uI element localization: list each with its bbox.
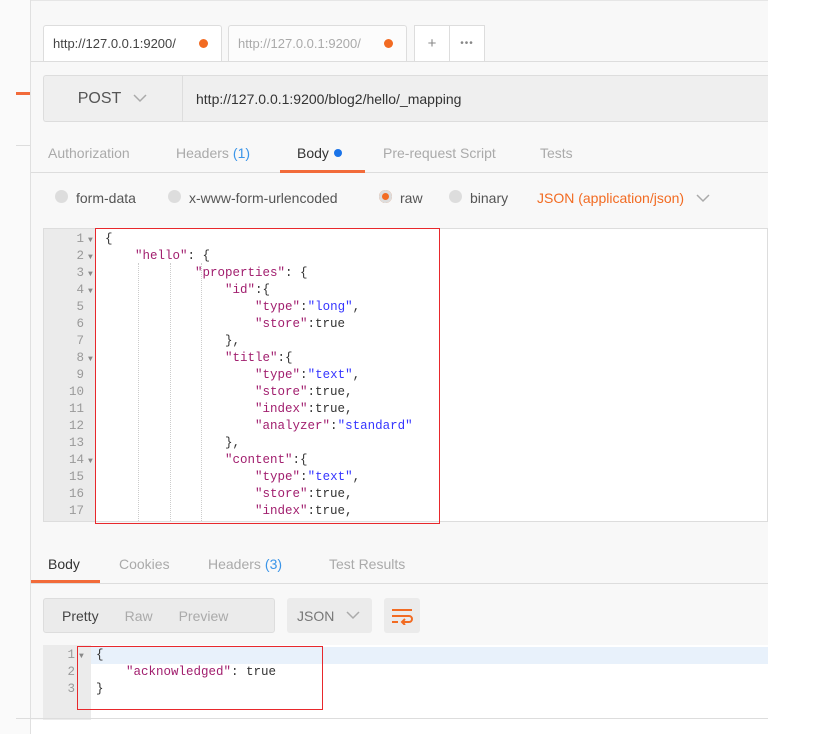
radio-binary[interactable]: binary: [449, 188, 508, 208]
method-select[interactable]: POST: [43, 75, 183, 122]
format-label: JSON: [297, 607, 335, 624]
tab-pre-request-script[interactable]: Pre-request Script: [383, 135, 496, 171]
url-input[interactable]: http://127.0.0.1:9200/blog2/hello/_mappi…: [196, 75, 461, 122]
highlight-box: [77, 646, 323, 710]
line-number: 3: [76, 266, 84, 280]
fold-arrow-icon[interactable]: ▼: [88, 232, 93, 249]
response-tab-headers[interactable]: Headers (3): [208, 545, 282, 583]
view-preview-button[interactable]: Preview: [179, 608, 229, 624]
line-number: 7: [76, 334, 84, 348]
divider: [31, 583, 768, 584]
tab-label: Body: [297, 145, 329, 161]
line-number: 12: [68, 419, 84, 433]
fold-arrow-icon[interactable]: ▼: [88, 351, 93, 368]
tab-body[interactable]: Body: [297, 135, 342, 171]
tab-tests[interactable]: Tests: [540, 135, 573, 171]
active-tab-indicator: [31, 580, 100, 583]
fold-arrow-icon[interactable]: ▼: [88, 266, 93, 283]
highlight-box: [95, 228, 440, 524]
radio-form-data[interactable]: form-data: [55, 188, 136, 208]
radio-label: x-www-form-urlencoded: [189, 190, 338, 206]
line-number: 2: [76, 249, 84, 263]
line-number: 8: [76, 351, 84, 365]
content-type-label: JSON (application/json): [537, 190, 685, 206]
radio-raw[interactable]: raw: [379, 188, 423, 208]
fold-arrow-icon[interactable]: ▼: [88, 453, 93, 470]
fold-arrow-icon[interactable]: ▼: [88, 283, 93, 300]
tab-headers[interactable]: Headers (1): [176, 135, 250, 171]
chevron-down-icon: [696, 193, 710, 202]
line-number: 3: [67, 682, 75, 696]
tab-label: Test Results: [329, 556, 406, 572]
line-number: 5: [76, 300, 84, 314]
line-number: 13: [68, 436, 84, 450]
radio-label: raw: [400, 190, 423, 206]
modified-dot-icon: [333, 149, 342, 157]
line-number: 16: [68, 487, 84, 501]
unsaved-dot-icon: [199, 39, 208, 48]
tab-label: Authorization: [48, 145, 130, 161]
tab-authorization[interactable]: Authorization: [48, 135, 130, 171]
radio-icon: [449, 189, 462, 203]
radio-label: binary: [470, 190, 509, 206]
line-number: 4: [76, 283, 84, 297]
radio-icon: [55, 189, 68, 203]
tab-label: http://127.0.0.1:9200/: [238, 36, 361, 51]
divider: [16, 718, 768, 719]
wrap-icon: [392, 608, 413, 625]
tab-label: http://127.0.0.1:9200/: [53, 36, 176, 51]
radio-selected-icon: [379, 189, 392, 203]
line-number: 1: [76, 232, 84, 246]
view-pretty-button[interactable]: Pretty: [62, 608, 99, 624]
line-number: 18: [44, 520, 84, 521]
ellipsis-icon: •••: [460, 38, 474, 49]
divider: [31, 61, 768, 62]
headers-count: (3): [264, 556, 283, 572]
sidebar: [0, 0, 31, 734]
radio-icon: [168, 189, 181, 203]
tab-label: Pre-request Script: [383, 145, 496, 161]
new-tab-button[interactable]: +: [414, 25, 450, 61]
response-tab-test-results[interactable]: Test Results: [329, 545, 405, 583]
headers-count: (1): [232, 145, 251, 161]
line-number: 1: [67, 648, 75, 662]
view-raw-button[interactable]: Raw: [125, 608, 153, 624]
line-number: 6: [76, 317, 84, 331]
line-number: 15: [68, 470, 84, 484]
request-tab-2[interactable]: http://127.0.0.1:9200/: [228, 25, 407, 61]
method-label: POST: [77, 89, 122, 107]
response-tab-body[interactable]: Body: [48, 545, 80, 583]
line-number: 17: [68, 504, 84, 518]
tab-label: Headers: [208, 556, 261, 572]
wrap-lines-button[interactable]: [384, 598, 420, 633]
more-tabs-button[interactable]: •••: [449, 25, 485, 61]
line-number: 14: [68, 453, 84, 467]
tab-label: Cookies: [119, 556, 170, 572]
url-value: http://127.0.0.1:9200/blog2/hello/_mappi…: [196, 90, 462, 107]
tab-label: Headers: [176, 145, 229, 161]
line-number: 9: [76, 368, 84, 382]
sidebar-active-indicator: [16, 92, 30, 95]
response-view-group: Pretty Raw Preview: [43, 598, 275, 633]
line-number: 2: [67, 665, 75, 679]
tab-label: Tests: [540, 145, 573, 161]
radio-label: form-data: [76, 190, 136, 206]
divider: [16, 145, 30, 146]
fold-arrow-icon[interactable]: ▼: [88, 249, 93, 266]
unsaved-dot-icon: [384, 39, 393, 48]
divider: [31, 172, 768, 173]
active-tab-indicator: [280, 170, 365, 173]
chevron-down-icon: [133, 94, 147, 103]
content-type-select[interactable]: JSON (application/json): [537, 188, 710, 208]
chevron-down-icon: [346, 611, 360, 620]
request-tab-1[interactable]: http://127.0.0.1:9200/: [43, 25, 222, 61]
tab-label: Body: [48, 556, 80, 572]
plus-icon: +: [427, 35, 437, 52]
response-tab-cookies[interactable]: Cookies: [119, 545, 170, 583]
radio-x-www-form-urlencoded[interactable]: x-www-form-urlencoded: [168, 188, 338, 208]
line-number: 11: [68, 402, 84, 416]
line-number: 10: [68, 385, 84, 399]
response-format-select[interactable]: JSON: [287, 598, 372, 633]
